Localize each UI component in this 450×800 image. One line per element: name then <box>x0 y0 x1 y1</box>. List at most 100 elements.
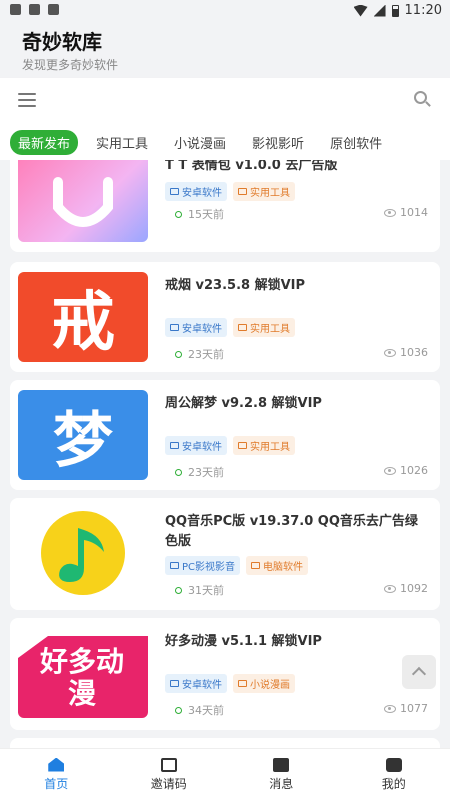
category-tag[interactable]: 实用工具 <box>233 318 295 337</box>
tab-novel-comic[interactable]: 小说漫画 <box>166 130 234 155</box>
tab-original[interactable]: 原创软件 <box>322 130 390 155</box>
category-tag[interactable]: 安卓软件 <box>165 182 227 201</box>
app-title[interactable]: T T 表情包 v1.0.0 去广告版 <box>165 160 430 176</box>
app-thumbnail: 戒 <box>18 272 148 362</box>
category-tag[interactable]: 安卓软件 <box>165 318 227 337</box>
bottom-navigation: 首页 邀请码 消息 我的 <box>0 748 450 800</box>
chevron-up-icon <box>411 666 427 682</box>
profile-icon <box>385 757 402 772</box>
system-icons: 11:20 <box>353 3 442 18</box>
app-title: 奇妙软库 <box>22 30 102 54</box>
list-item[interactable]: 戒 戒烟 v23.5.8 解锁VIP 安卓软件 实用工具 23天前 1036 <box>10 262 440 372</box>
app-title[interactable]: QQ音乐PC版 v19.37.0 QQ音乐去广告绿色版 <box>165 512 430 552</box>
folder-icon <box>170 324 179 331</box>
category-tag[interactable]: 实用工具 <box>233 182 295 201</box>
tag-row: 安卓软件 实用工具 <box>165 436 295 455</box>
post-time: 15天前 <box>175 206 224 222</box>
signal-icon <box>373 4 386 17</box>
nav-messages[interactable]: 消息 <box>225 749 338 800</box>
status-bar: 11:20 <box>0 0 450 22</box>
nav-invite-label: 邀请码 <box>150 776 187 791</box>
font-notification-icon <box>48 4 59 15</box>
time-dot-icon <box>175 350 182 358</box>
folder-icon <box>170 188 179 195</box>
category-tag[interactable]: 安卓软件 <box>165 436 227 455</box>
folder-icon <box>238 324 247 331</box>
folder-icon <box>238 442 247 449</box>
eye-icon <box>384 704 396 713</box>
list-item[interactable]: QQ音乐PC版 v19.37.0 QQ音乐去广告绿色版 PC影视影音 电脑软件 … <box>10 498 440 610</box>
time-dot-icon <box>175 210 182 218</box>
nav-profile[interactable]: 我的 <box>338 749 450 800</box>
app-notification-icon <box>29 4 40 15</box>
category-tag[interactable]: 电脑软件 <box>246 556 309 575</box>
app-thumbnail <box>18 160 148 242</box>
notification-icons <box>10 4 59 15</box>
search-icon[interactable] <box>414 91 432 109</box>
view-count: 1014 <box>384 206 428 219</box>
tab-tools[interactable]: 实用工具 <box>88 130 156 155</box>
eye-icon <box>384 348 396 357</box>
tag-row: 安卓软件 小说漫画 <box>165 674 295 693</box>
nav-home-label: 首页 <box>44 776 69 791</box>
invite-icon <box>160 757 177 772</box>
tag-row: 安卓软件 实用工具 <box>165 182 295 201</box>
eye-icon <box>384 466 396 475</box>
category-tag[interactable]: PC影视影音 <box>165 556 241 575</box>
app-thumbnail <box>18 508 148 598</box>
list-item[interactable] <box>10 738 440 748</box>
folder-icon <box>238 188 247 195</box>
nav-home[interactable]: 首页 <box>0 749 113 800</box>
app-title[interactable]: 好多动漫 v5.1.1 解锁VIP <box>165 632 430 652</box>
post-time: 23天前 <box>175 346 224 362</box>
view-count: 1077 <box>384 702 428 715</box>
list-item[interactable]: 好多动漫 好多动漫 v5.1.1 解锁VIP 安卓软件 小说漫画 34天前 10… <box>10 618 440 730</box>
message-icon <box>273 757 290 772</box>
tag-row: PC影视影音 电脑软件 <box>165 556 309 575</box>
view-count: 1026 <box>384 464 428 477</box>
category-tag[interactable]: 安卓软件 <box>165 674 227 693</box>
folder-icon <box>238 680 247 687</box>
post-time: 31天前 <box>175 582 224 598</box>
time-dot-icon <box>175 706 182 714</box>
scroll-to-top-button[interactable] <box>402 655 436 689</box>
tab-latest[interactable]: 最新发布 <box>10 129 79 155</box>
view-count: 1092 <box>384 582 428 595</box>
gallery-notification-icon <box>10 4 21 15</box>
status-time: 11:20 <box>404 3 442 18</box>
eye-icon <box>384 584 396 593</box>
list-item[interactable]: T T 表情包 v1.0.0 去广告版 安卓软件 实用工具 15天前 1014 <box>10 160 440 252</box>
menu-icon[interactable] <box>18 93 36 107</box>
post-time: 23天前 <box>175 464 224 480</box>
folder-icon <box>251 562 261 569</box>
app-title[interactable]: 戒烟 v23.5.8 解锁VIP <box>165 276 430 296</box>
nav-invite-code[interactable]: 邀请码 <box>113 749 226 800</box>
eye-icon <box>384 208 396 217</box>
thumbnail-logo-text: 好多动漫 <box>39 645 124 710</box>
toolbar <box>0 78 450 124</box>
nav-messages-label: 消息 <box>269 776 294 791</box>
software-list[interactable]: T T 表情包 v1.0.0 去广告版 安卓软件 实用工具 15天前 1014 … <box>0 160 450 748</box>
folder-icon <box>170 562 179 569</box>
tag-row: 安卓软件 实用工具 <box>165 318 295 337</box>
time-dot-icon <box>175 468 182 476</box>
app-thumbnail: 梦 <box>18 390 148 480</box>
app-thumbnail: 好多动漫 <box>18 628 148 718</box>
folder-icon <box>170 680 179 687</box>
category-tabs: 最新发布 实用工具 小说漫画 影视影听 原创软件 <box>0 124 450 160</box>
view-count: 1036 <box>384 346 428 359</box>
list-item[interactable]: 梦 周公解梦 v9.2.8 解锁VIP 安卓软件 实用工具 23天前 1026 <box>10 380 440 490</box>
app-subtitle: 发现更多奇妙软件 <box>22 58 119 72</box>
time-dot-icon <box>175 586 182 594</box>
nav-profile-label: 我的 <box>381 776 406 791</box>
home-icon <box>48 757 65 772</box>
app-header: 奇妙软库 发现更多奇妙软件 <box>0 22 450 76</box>
wifi-icon <box>353 4 368 17</box>
tab-video-audio[interactable]: 影视影听 <box>244 130 312 155</box>
app-title[interactable]: 周公解梦 v9.2.8 解锁VIP <box>165 394 430 414</box>
battery-icon <box>391 4 399 17</box>
category-tag[interactable]: 小说漫画 <box>233 674 295 693</box>
folder-icon <box>170 442 179 449</box>
category-tag[interactable]: 实用工具 <box>233 436 295 455</box>
post-time: 34天前 <box>175 702 224 718</box>
